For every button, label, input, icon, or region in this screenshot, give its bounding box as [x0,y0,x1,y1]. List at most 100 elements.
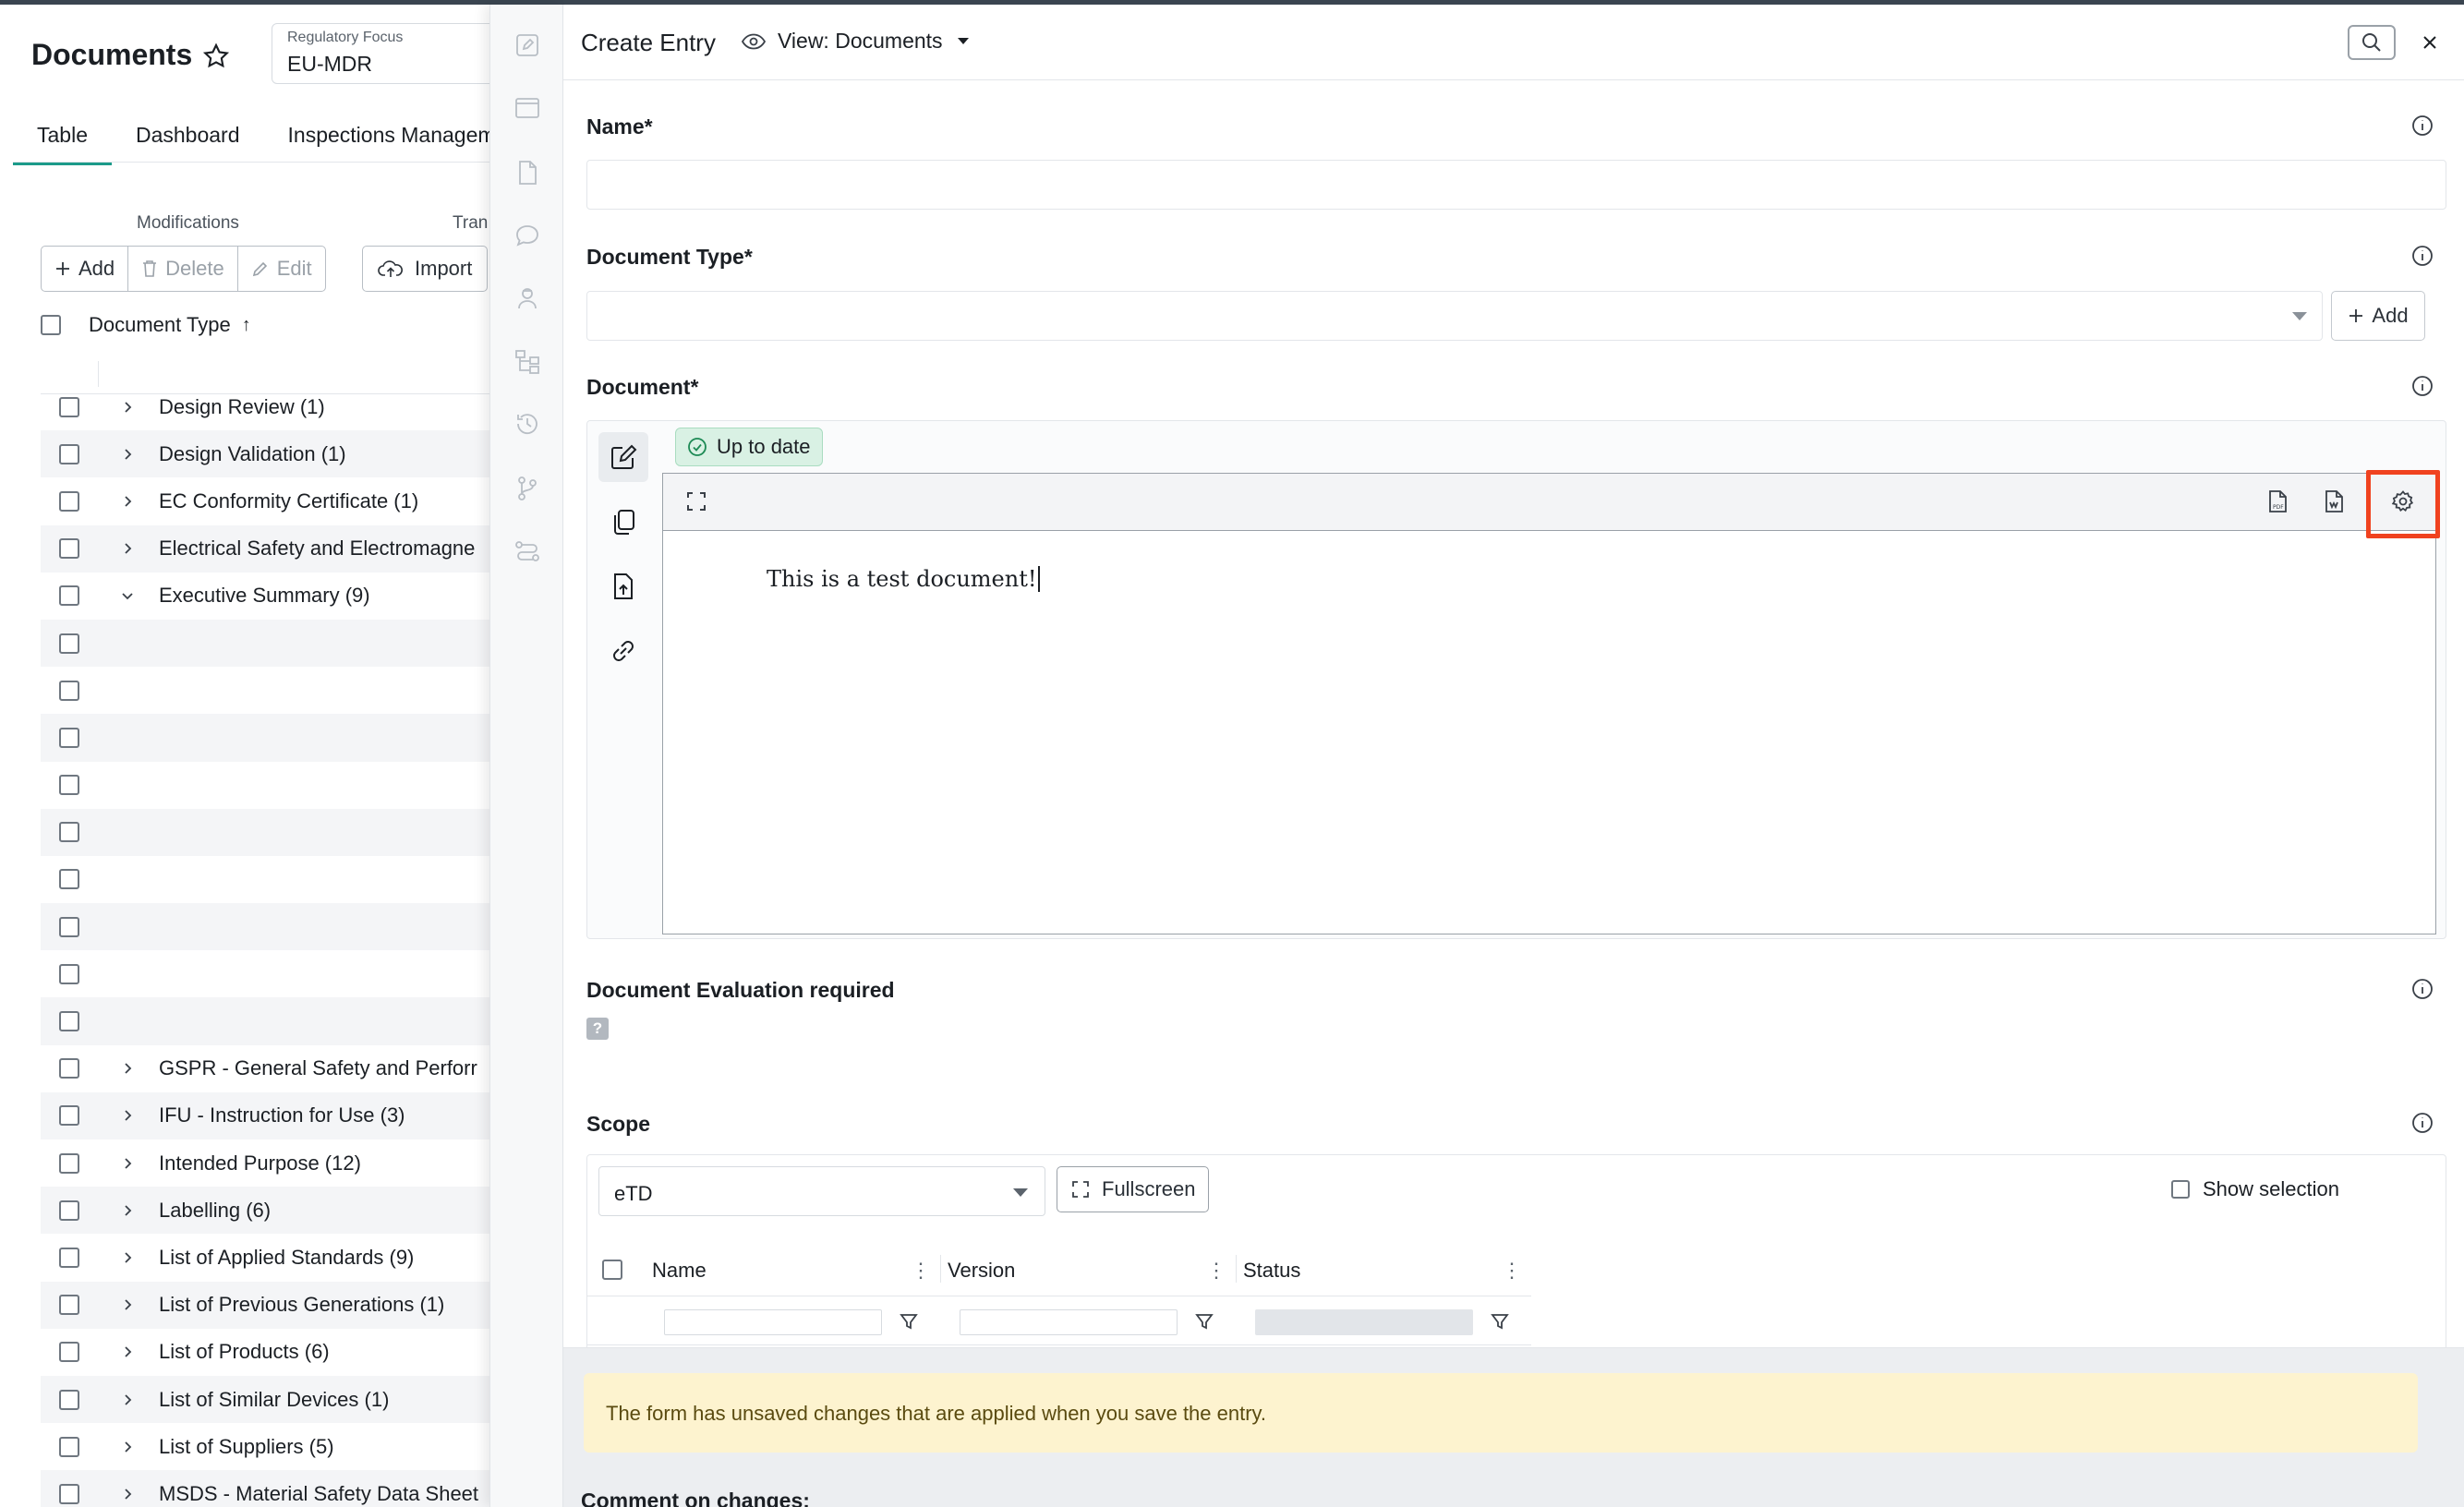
show-selection-checkbox[interactable] [2171,1180,2190,1199]
favorite-star-icon[interactable] [201,42,231,71]
info-icon[interactable] [2410,244,2434,268]
table-row[interactable]: Electrical Safety and Electromagne [41,524,489,573]
gear-icon[interactable] [2390,488,2416,514]
info-icon[interactable] [2410,1111,2434,1135]
chevron-right-icon[interactable] [120,1487,135,1501]
document-content[interactable]: This is a test document! [767,566,1040,592]
sort-ascending-icon[interactable]: ↑ [242,315,251,336]
table-row[interactable]: MSDS - Material Safety Data Sheet [41,1470,489,1507]
table-row[interactable] [41,762,489,809]
chevron-right-icon[interactable] [120,1297,135,1312]
table-row[interactable]: EC Conformity Certificate (1) [41,477,489,524]
table-row[interactable] [41,903,489,951]
scope-select-all-checkbox[interactable] [602,1260,622,1280]
add-document-type-button[interactable]: Add [2331,291,2425,341]
regulatory-focus-select[interactable]: Regulatory Focus EU-MDR [272,23,489,84]
fullscreen-button[interactable]: Fullscreen [1057,1166,1210,1212]
table-row[interactable]: List of Products (6) [41,1329,489,1376]
close-icon[interactable] [2418,30,2442,54]
row-checkbox[interactable] [59,727,79,748]
row-checkbox[interactable] [59,396,79,417]
row-checkbox[interactable] [59,869,79,890]
table-row[interactable] [41,619,489,668]
select-all-checkbox[interactable] [41,315,61,335]
row-checkbox[interactable] [59,538,79,560]
search-button[interactable] [2348,25,2396,60]
column-header-document-type[interactable]: Document Type [89,313,231,337]
chevron-right-icon[interactable] [120,1250,135,1265]
table-row[interactable] [41,667,489,714]
chevron-right-icon[interactable] [120,400,135,415]
table-row[interactable] [41,856,489,903]
table-row[interactable]: List of Suppliers (5) [41,1423,489,1470]
info-icon[interactable] [2410,114,2434,138]
import-button[interactable]: Import [362,246,489,292]
filter-icon[interactable] [1194,1311,1214,1332]
chevron-right-icon[interactable] [120,447,135,462]
chevron-right-icon[interactable] [120,1061,135,1076]
tab-table[interactable]: Table [13,110,112,165]
row-checkbox[interactable] [59,1247,79,1268]
edit-document-button[interactable] [598,432,648,482]
chevron-right-icon[interactable] [120,1203,135,1218]
column-header-version[interactable]: Version ⋮ [948,1248,1236,1294]
row-checkbox[interactable] [59,1058,79,1079]
history-icon[interactable] [513,409,542,439]
filter-icon[interactable] [899,1311,919,1332]
chevron-right-icon[interactable] [120,1392,135,1407]
table-row[interactable] [41,714,489,762]
row-checkbox[interactable] [59,1200,79,1221]
row-checkbox[interactable] [59,775,79,796]
table-row[interactable]: Design Review (1) [41,383,489,430]
column-menu-icon[interactable]: ⋮ [1502,1259,1522,1283]
row-checkbox[interactable] [59,1483,79,1504]
edit-form-icon[interactable] [513,30,542,60]
show-selection-toggle[interactable]: Show selection [2171,1177,2339,1201]
view-selector[interactable]: View: Documents [741,29,969,54]
info-icon[interactable] [2410,977,2434,1001]
chevron-right-icon[interactable] [120,541,135,556]
table-row[interactable]: Design Validation (1) [41,430,489,478]
evaluation-indeterminate-checkbox[interactable]: ? [586,1018,609,1040]
chevron-right-icon[interactable] [120,1344,135,1359]
chevron-right-icon[interactable] [120,1156,135,1171]
column-menu-icon[interactable]: ⋮ [1206,1259,1226,1283]
table-row[interactable]: Intended Purpose (12) [41,1139,489,1187]
row-checkbox[interactable] [59,1436,79,1457]
row-checkbox[interactable] [59,443,79,464]
copy-document-button[interactable] [598,497,648,547]
fullscreen-icon[interactable] [683,488,709,514]
upload-file-button[interactable] [598,561,648,611]
link-document-button[interactable] [598,626,648,676]
version-filter-input[interactable] [960,1309,1178,1335]
table-row[interactable] [41,997,489,1045]
name-input[interactable] [586,160,2446,210]
row-checkbox[interactable] [59,1105,79,1127]
table-row[interactable]: GSPR - General Safety and Perforr [41,1045,489,1092]
table-row[interactable]: IFU - Instruction for Use (3) [41,1091,489,1139]
info-icon[interactable] [2410,374,2434,398]
column-menu-icon[interactable]: ⋮ [911,1259,931,1283]
comment-icon[interactable] [513,221,542,250]
chevron-right-icon[interactable] [120,1440,135,1454]
edit-button[interactable]: Edit [238,247,325,291]
row-checkbox[interactable] [59,1011,79,1032]
tab-dashboard[interactable]: Dashboard [112,110,264,165]
chevron-right-icon[interactable] [120,1108,135,1123]
table-row[interactable]: List of Applied Standards (9) [41,1234,489,1281]
add-button[interactable]: Add [42,247,129,291]
row-checkbox[interactable] [59,633,79,654]
window-icon[interactable] [513,93,542,123]
row-checkbox[interactable] [59,680,79,701]
name-filter-input[interactable] [664,1309,882,1335]
table-row[interactable] [41,950,489,997]
table-row[interactable] [41,808,489,856]
table-row[interactable]: List of Similar Devices (1) [41,1375,489,1424]
hierarchy-icon[interactable] [513,346,542,376]
scope-select[interactable]: eTD [598,1166,1045,1216]
rich-text-editor[interactable]: PDF This is a test document! [662,470,2440,934]
row-checkbox[interactable] [59,585,79,607]
inspector-icon[interactable] [513,283,542,313]
filter-icon[interactable] [1490,1311,1510,1332]
column-header-name[interactable]: Name ⋮ [652,1248,940,1294]
